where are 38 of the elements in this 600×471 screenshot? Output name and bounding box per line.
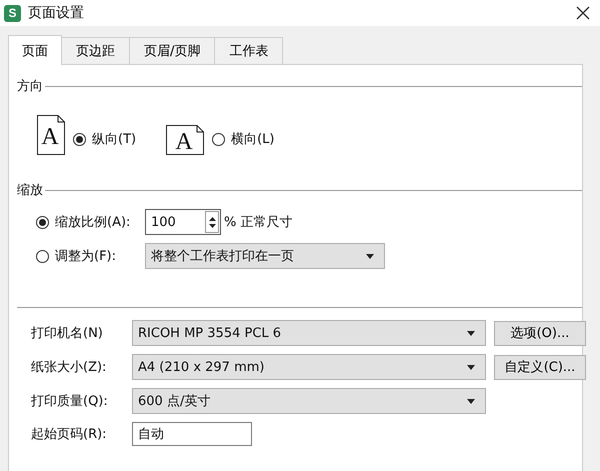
radio-button[interactable] bbox=[73, 133, 86, 146]
field-label: 起始页码(R): bbox=[31, 426, 108, 443]
unit-label: % 正常尺寸 bbox=[224, 214, 292, 231]
down-arrow-icon bbox=[208, 224, 216, 228]
radio-label: 调整为(F): bbox=[55, 248, 118, 265]
landscape-page-icon: A bbox=[166, 125, 204, 155]
section-heading: 方向 bbox=[17, 78, 43, 95]
tab[interactable]: 页面 bbox=[8, 35, 62, 65]
window-title: 页面设置 bbox=[28, 4, 84, 22]
spin-buttons[interactable] bbox=[205, 211, 219, 233]
caret-icon bbox=[467, 364, 475, 370]
dropdown[interactable]: 将整个工作表打印在一页 bbox=[145, 243, 385, 269]
radio-button[interactable] bbox=[36, 216, 49, 228]
caret-icon bbox=[366, 254, 374, 258]
dropdown[interactable]: A4 (210 x 297 mm) bbox=[132, 354, 486, 380]
dropdown[interactable]: RICOH MP 3554 PCL 6 bbox=[132, 320, 486, 346]
options-button[interactable]: 自定义(C)... bbox=[494, 354, 586, 380]
caret-icon bbox=[467, 330, 475, 336]
close-button[interactable] bbox=[574, 4, 592, 22]
section-heading: 缩放 bbox=[17, 182, 43, 199]
close-icon bbox=[576, 6, 590, 20]
radio-button[interactable] bbox=[36, 250, 49, 262]
dropdown[interactable]: 600 点/英寸 bbox=[132, 388, 486, 414]
radio-label: 缩放比例(A): bbox=[55, 214, 132, 231]
field-label: 打印机名(N) bbox=[31, 325, 104, 342]
portrait-page-icon: A bbox=[37, 115, 65, 155]
caret-icon bbox=[467, 398, 475, 404]
input-field[interactable]: 自动 bbox=[132, 422, 252, 446]
field-label: 纸张大小(Z): bbox=[31, 359, 108, 376]
radio-label: 横向(L) bbox=[231, 131, 274, 148]
app-icon: S bbox=[4, 4, 21, 22]
up-arrow-icon bbox=[208, 216, 216, 220]
field-label: 打印质量(Q): bbox=[31, 393, 109, 410]
radio-label: 纵向(T) bbox=[92, 131, 136, 148]
tab[interactable]: 工作表 bbox=[214, 37, 284, 64]
options-button[interactable]: 选项(O)... bbox=[494, 320, 586, 346]
number-field[interactable]: 100 bbox=[145, 209, 221, 235]
radio-button[interactable] bbox=[212, 133, 226, 146]
